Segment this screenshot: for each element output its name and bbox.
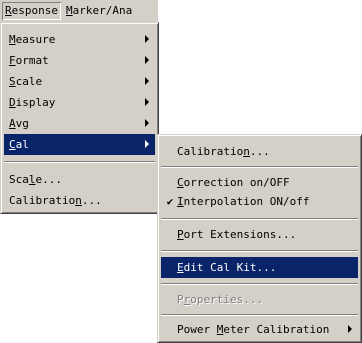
menu-item-label: Display bbox=[9, 96, 56, 109]
menu-item-correction[interactable]: Correction on/OFF bbox=[161, 172, 358, 193]
menu-item-interpolation[interactable]: ✔ Interpolation ON/off bbox=[161, 191, 358, 212]
menu-response-label: Response bbox=[5, 4, 58, 17]
submenu-arrow-icon bbox=[145, 77, 149, 85]
menu-item-label: Scale bbox=[9, 75, 43, 88]
menu-separator bbox=[161, 283, 358, 285]
response-menu: Measure Format Scale Display Avg Cal Sca… bbox=[0, 22, 159, 214]
menu-marker-analysis-label: Marker/Ana bbox=[65, 4, 133, 17]
menu-separator bbox=[161, 166, 358, 168]
submenu-arrow-icon bbox=[145, 56, 149, 64]
menu-item-scale-dialog[interactable]: Scale... bbox=[4, 169, 155, 190]
menu-item-label: Calibration... bbox=[9, 194, 102, 207]
menu-separator bbox=[161, 250, 358, 252]
menu-item-calibration[interactable]: Calibration... bbox=[161, 141, 358, 162]
menu-item-scale[interactable]: Scale bbox=[4, 71, 155, 92]
menu-response[interactable]: Response bbox=[2, 2, 61, 20]
menu-item-label: Correction on/OFF bbox=[177, 176, 290, 189]
submenu-arrow-icon bbox=[145, 140, 149, 148]
menu-item-cal[interactable]: Cal bbox=[4, 134, 155, 155]
menu-item-display[interactable]: Display bbox=[4, 92, 155, 113]
menu-item-label: Calibration... bbox=[177, 145, 270, 158]
menu-item-label: Edit Cal Kit... bbox=[177, 261, 277, 274]
menu-item-properties[interactable]: Properties... bbox=[161, 289, 358, 310]
checkmark-icon: ✔ bbox=[166, 195, 174, 208]
menu-item-label: Properties... bbox=[177, 293, 264, 306]
menu-item-label: Measure bbox=[9, 33, 56, 46]
menu-item-format[interactable]: Format bbox=[4, 50, 155, 71]
submenu-arrow-icon bbox=[145, 119, 149, 127]
submenu-arrow-icon bbox=[145, 35, 149, 43]
menu-item-label: Cal bbox=[9, 138, 29, 151]
menu-item-label: Power Meter Calibration bbox=[177, 323, 330, 336]
menu-marker-analysis[interactable]: Marker/Ana bbox=[63, 2, 135, 20]
cal-submenu: Calibration... Correction on/OFF ✔ Inter… bbox=[157, 134, 362, 343]
menu-item-label: Interpolation ON/off bbox=[177, 195, 310, 208]
menu-separator bbox=[161, 314, 358, 316]
menu-item-label: Scale... bbox=[9, 173, 62, 186]
menu-item-power-meter-calibration[interactable]: Power Meter Calibration bbox=[161, 319, 358, 340]
menu-item-label: Port Extensions... bbox=[177, 228, 297, 241]
menu-item-edit-cal-kit[interactable]: Edit Cal Kit... bbox=[161, 257, 358, 278]
menu-item-calibration-dialog[interactable]: Calibration... bbox=[4, 190, 155, 211]
menu-bar: Response Marker/Ana bbox=[0, 0, 158, 23]
submenu-arrow-icon bbox=[348, 325, 352, 333]
menu-item-label: Format bbox=[9, 54, 49, 67]
menu-item-measure[interactable]: Measure bbox=[4, 29, 155, 50]
submenu-arrow-icon bbox=[145, 98, 149, 106]
menu-item-port-extensions[interactable]: Port Extensions... bbox=[161, 224, 358, 245]
menu-item-label: Avg bbox=[9, 117, 29, 130]
menu-item-avg[interactable]: Avg bbox=[4, 113, 155, 134]
menu-separator bbox=[161, 218, 358, 220]
menu-separator bbox=[4, 161, 155, 163]
